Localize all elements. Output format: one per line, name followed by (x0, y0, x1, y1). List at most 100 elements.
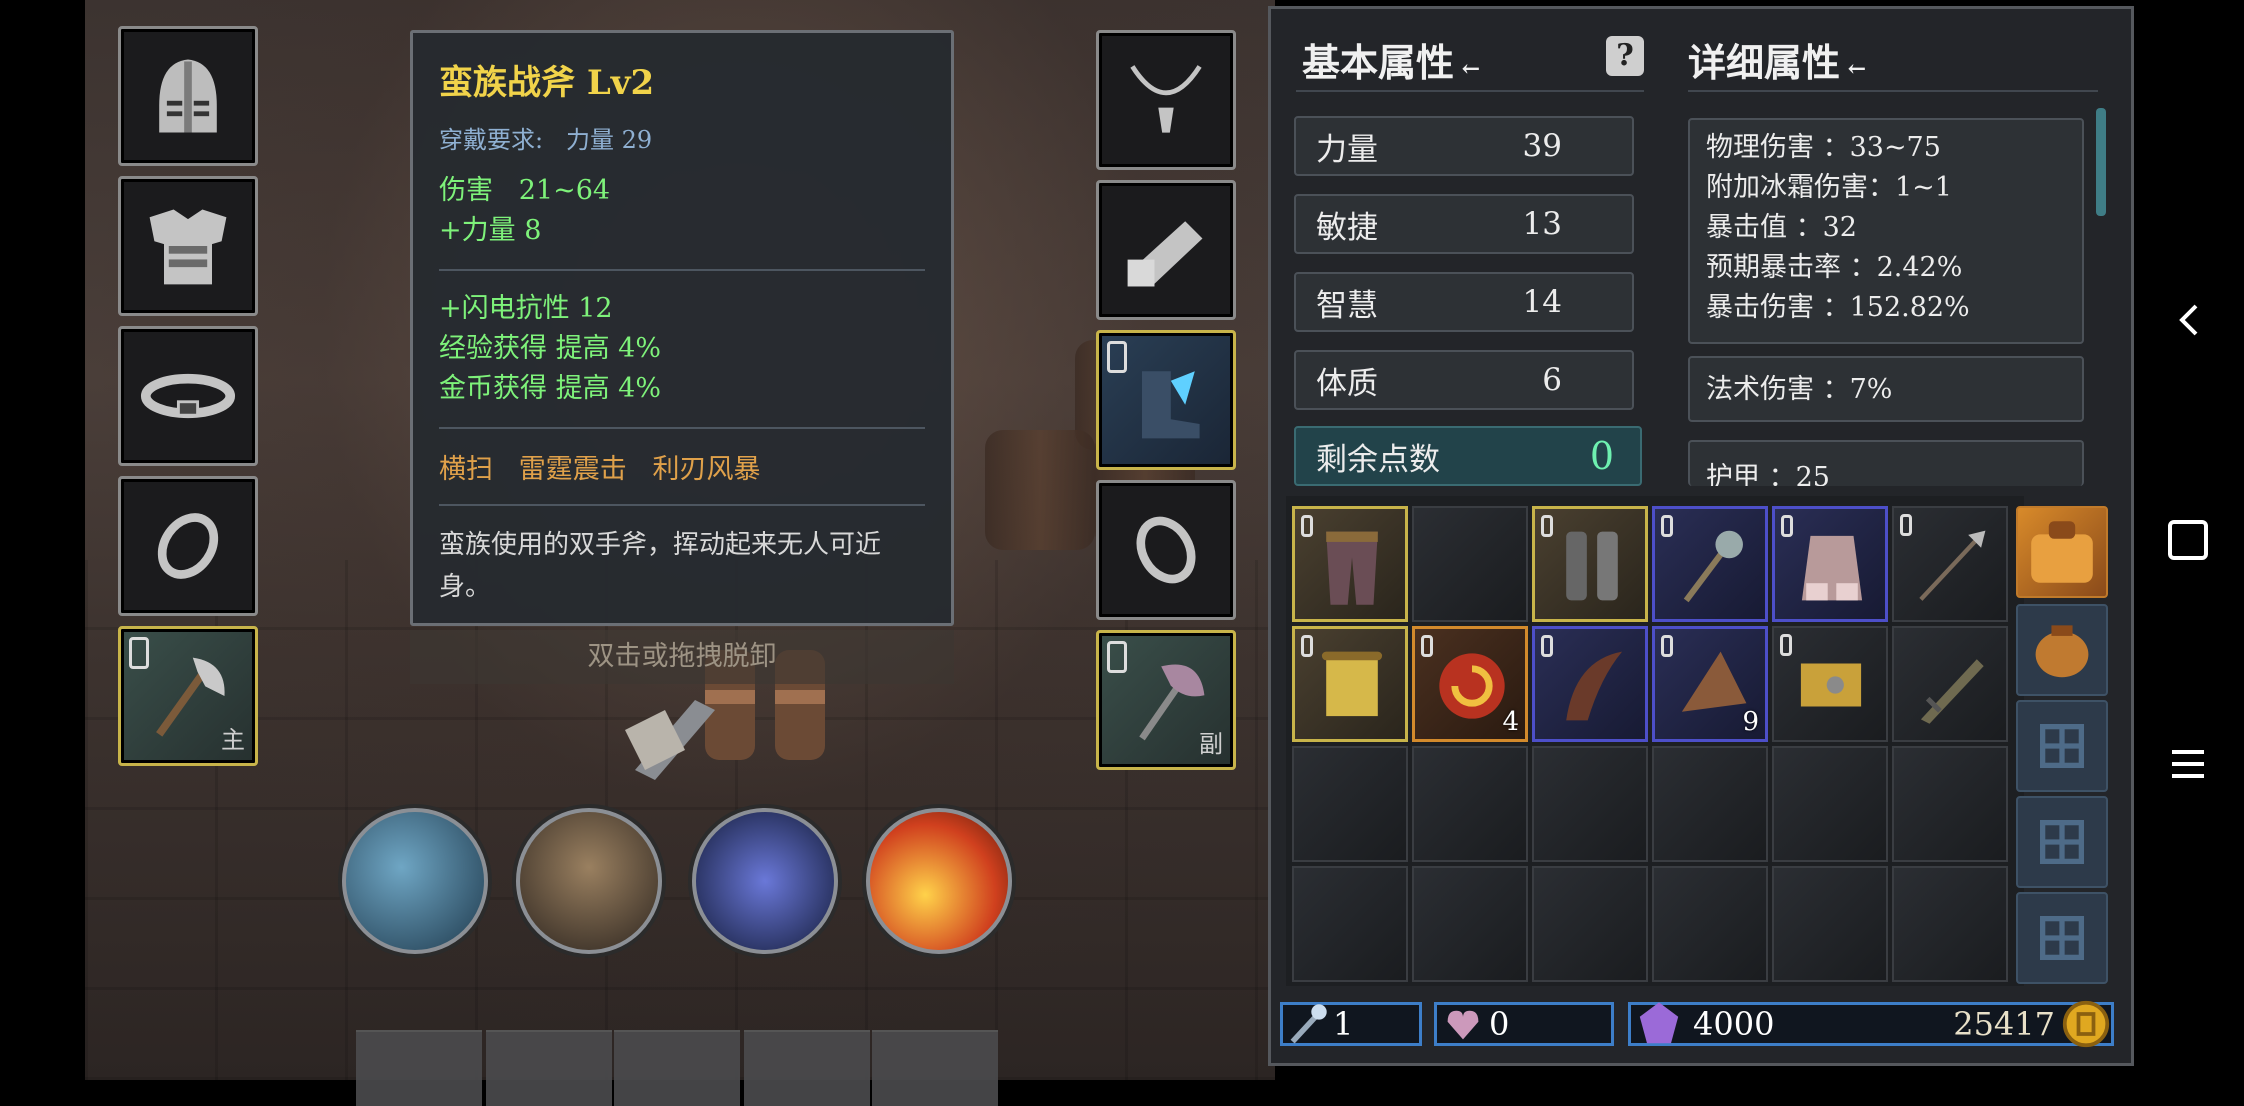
inventory-slot[interactable] (1892, 506, 2008, 622)
detail-line: 附加冰霜伤害：1~1 (1706, 172, 1952, 203)
gem-count: 0 (1489, 1005, 1510, 1043)
greaves-icon (1566, 531, 1618, 601)
basic-attributes-title: 基本属性 (1302, 40, 1455, 85)
gold-coin-icon (2062, 1000, 2110, 1048)
item-damage: 伤害 21~64 (439, 171, 925, 211)
backpack-icon (2031, 521, 2093, 583)
lock-icon (1107, 341, 1127, 373)
inventory-slot-empty[interactable] (1652, 746, 1768, 862)
stat-value: 14 (1522, 284, 1562, 320)
stat-value: 6 (1542, 362, 1562, 398)
inventory-slot-empty[interactable] (1892, 746, 2008, 862)
equip-slot-main-weapon[interactable]: 主 (118, 626, 258, 766)
bag-tab-locked[interactable] (2016, 892, 2108, 984)
inventory-slot-empty[interactable] (1892, 866, 2008, 982)
equip-slot-belt[interactable] (118, 326, 258, 466)
detail-block-armor: 护甲 ：25 (1688, 440, 2084, 486)
stat-constitution: 体质 6 (1294, 350, 1634, 410)
bottom-tab[interactable] (486, 1030, 612, 1106)
item-description: 蛮族使用的双手斧，挥动起来无人可近身。 (439, 530, 882, 602)
item-tooltip: 蛮族战斧 Lv2 穿戴要求: 力量 29 伤害 21~64 +力量 8 +闪电抗… (410, 30, 954, 626)
inventory-slot[interactable] (1652, 506, 1768, 622)
stat-label: 力量 (1316, 131, 1378, 168)
inventory-slot-empty[interactable] (1292, 746, 1408, 862)
remaining-value: 0 (1589, 434, 1614, 478)
equip-slot-armor[interactable] (118, 176, 258, 316)
item-name: 蛮族战斧 (439, 63, 575, 103)
bag-tab-locked[interactable] (2016, 796, 2108, 888)
skill-slash-icon[interactable] (342, 808, 488, 954)
stat-wisdom: 智慧 14 (1294, 272, 1634, 332)
robe-icon (1801, 535, 1863, 601)
inventory-slot[interactable]: 9 (1652, 626, 1768, 742)
equip-slot-ring-2[interactable] (1096, 480, 1236, 620)
barrel-decor (985, 430, 1095, 550)
wand-count: 1 (1333, 1005, 1354, 1043)
inventory-slot-empty[interactable] (1292, 866, 1408, 982)
menu-nav-button[interactable] (2166, 744, 2210, 784)
heart-gem-icon (1447, 1010, 1479, 1040)
inventory-slot-empty[interactable] (1652, 866, 1768, 982)
bottom-tab[interactable] (614, 1030, 740, 1106)
inventory-slot[interactable] (1532, 506, 1648, 622)
inventory-slot[interactable] (1772, 506, 1888, 622)
inventory-slot[interactable] (1532, 626, 1648, 742)
locked-slot-icon (2040, 820, 2084, 864)
item-count: 4 (1502, 707, 1519, 737)
skill-stomp-icon[interactable] (516, 808, 662, 954)
item-count: 9 (1742, 707, 1759, 737)
detail-line: 物理伤害 ：33~75 (1706, 132, 1941, 163)
gauntlet-icon (1127, 221, 1203, 287)
equip-slot-gloves[interactable] (1096, 180, 1236, 320)
bonus-strength: +力量 8 (439, 215, 542, 246)
currency-wand: 1 (1280, 1002, 1422, 1046)
inventory-slot-empty[interactable] (1412, 746, 1528, 862)
bottom-tab[interactable] (356, 1030, 482, 1106)
currency-crystal-gold: 4000 25417 (1628, 1000, 2114, 1048)
skill-whirlwind-icon[interactable] (692, 808, 838, 954)
inventory-slot[interactable] (1292, 626, 1408, 742)
inventory-slot-empty[interactable] (1532, 746, 1648, 862)
help-icon[interactable]: ? (1606, 36, 1644, 76)
helmet-icon (159, 59, 217, 133)
sword-icon (1920, 659, 1984, 724)
lock-icon (1107, 641, 1127, 673)
detail-attributes-header[interactable]: 详细属性 ← (1688, 32, 1866, 87)
bottom-tab[interactable] (744, 1030, 870, 1106)
stat-label: 敏捷 (1316, 209, 1378, 246)
inventory-slot-empty[interactable] (1412, 866, 1528, 982)
detail-scrollbar[interactable] (2096, 108, 2106, 216)
detail-line: 预期暴击率 ：2.42% (1706, 252, 1963, 283)
bag-tab-backpack[interactable] (2016, 506, 2108, 598)
remaining-label: 剩余点数 (1316, 441, 1440, 478)
back-nav-button[interactable] (2170, 300, 2210, 340)
inventory-slot[interactable] (1772, 626, 1888, 742)
stat-strength: 力量 39 (1294, 116, 1634, 176)
equip-slot-off-weapon[interactable]: 副 (1096, 630, 1236, 770)
inventory-slot-empty[interactable] (1772, 746, 1888, 862)
bottom-tab[interactable] (872, 1030, 998, 1106)
inventory-slot[interactable] (1892, 626, 2008, 742)
stat-value: 13 (1522, 206, 1562, 242)
equip-slot-boots[interactable] (1096, 330, 1236, 470)
equip-slot-helmet[interactable] (118, 26, 258, 166)
basic-attributes-header[interactable]: 基本属性 ← (1302, 32, 1480, 87)
home-nav-button[interactable] (2168, 520, 2208, 560)
inventory-slot[interactable]: 4 (1412, 626, 1528, 742)
bag-tab-pouch[interactable] (2016, 604, 2108, 696)
equip-slot-necklace[interactable] (1096, 30, 1236, 170)
ring-icon (157, 513, 219, 579)
item-title: 蛮族战斧 Lv2 (439, 55, 925, 104)
menu-icon (2172, 750, 2204, 778)
inventory-slot-empty[interactable] (1412, 506, 1528, 622)
equip-slot-ring[interactable] (118, 476, 258, 616)
bonus-lightning: +闪电抗性 12 (439, 293, 613, 324)
requirement-value: 力量 29 (565, 126, 653, 154)
inventory-slot-empty[interactable] (1532, 866, 1648, 982)
inventory-slot-empty[interactable] (1772, 866, 1888, 982)
inventory-slot[interactable] (1292, 506, 1408, 622)
bag-tab-locked[interactable] (2016, 700, 2108, 792)
skill-blade-storm-icon[interactable] (866, 808, 1012, 954)
crystal-count: 4000 (1693, 1005, 1775, 1043)
detail-line: 暴击值 ：32 (1706, 212, 1857, 243)
